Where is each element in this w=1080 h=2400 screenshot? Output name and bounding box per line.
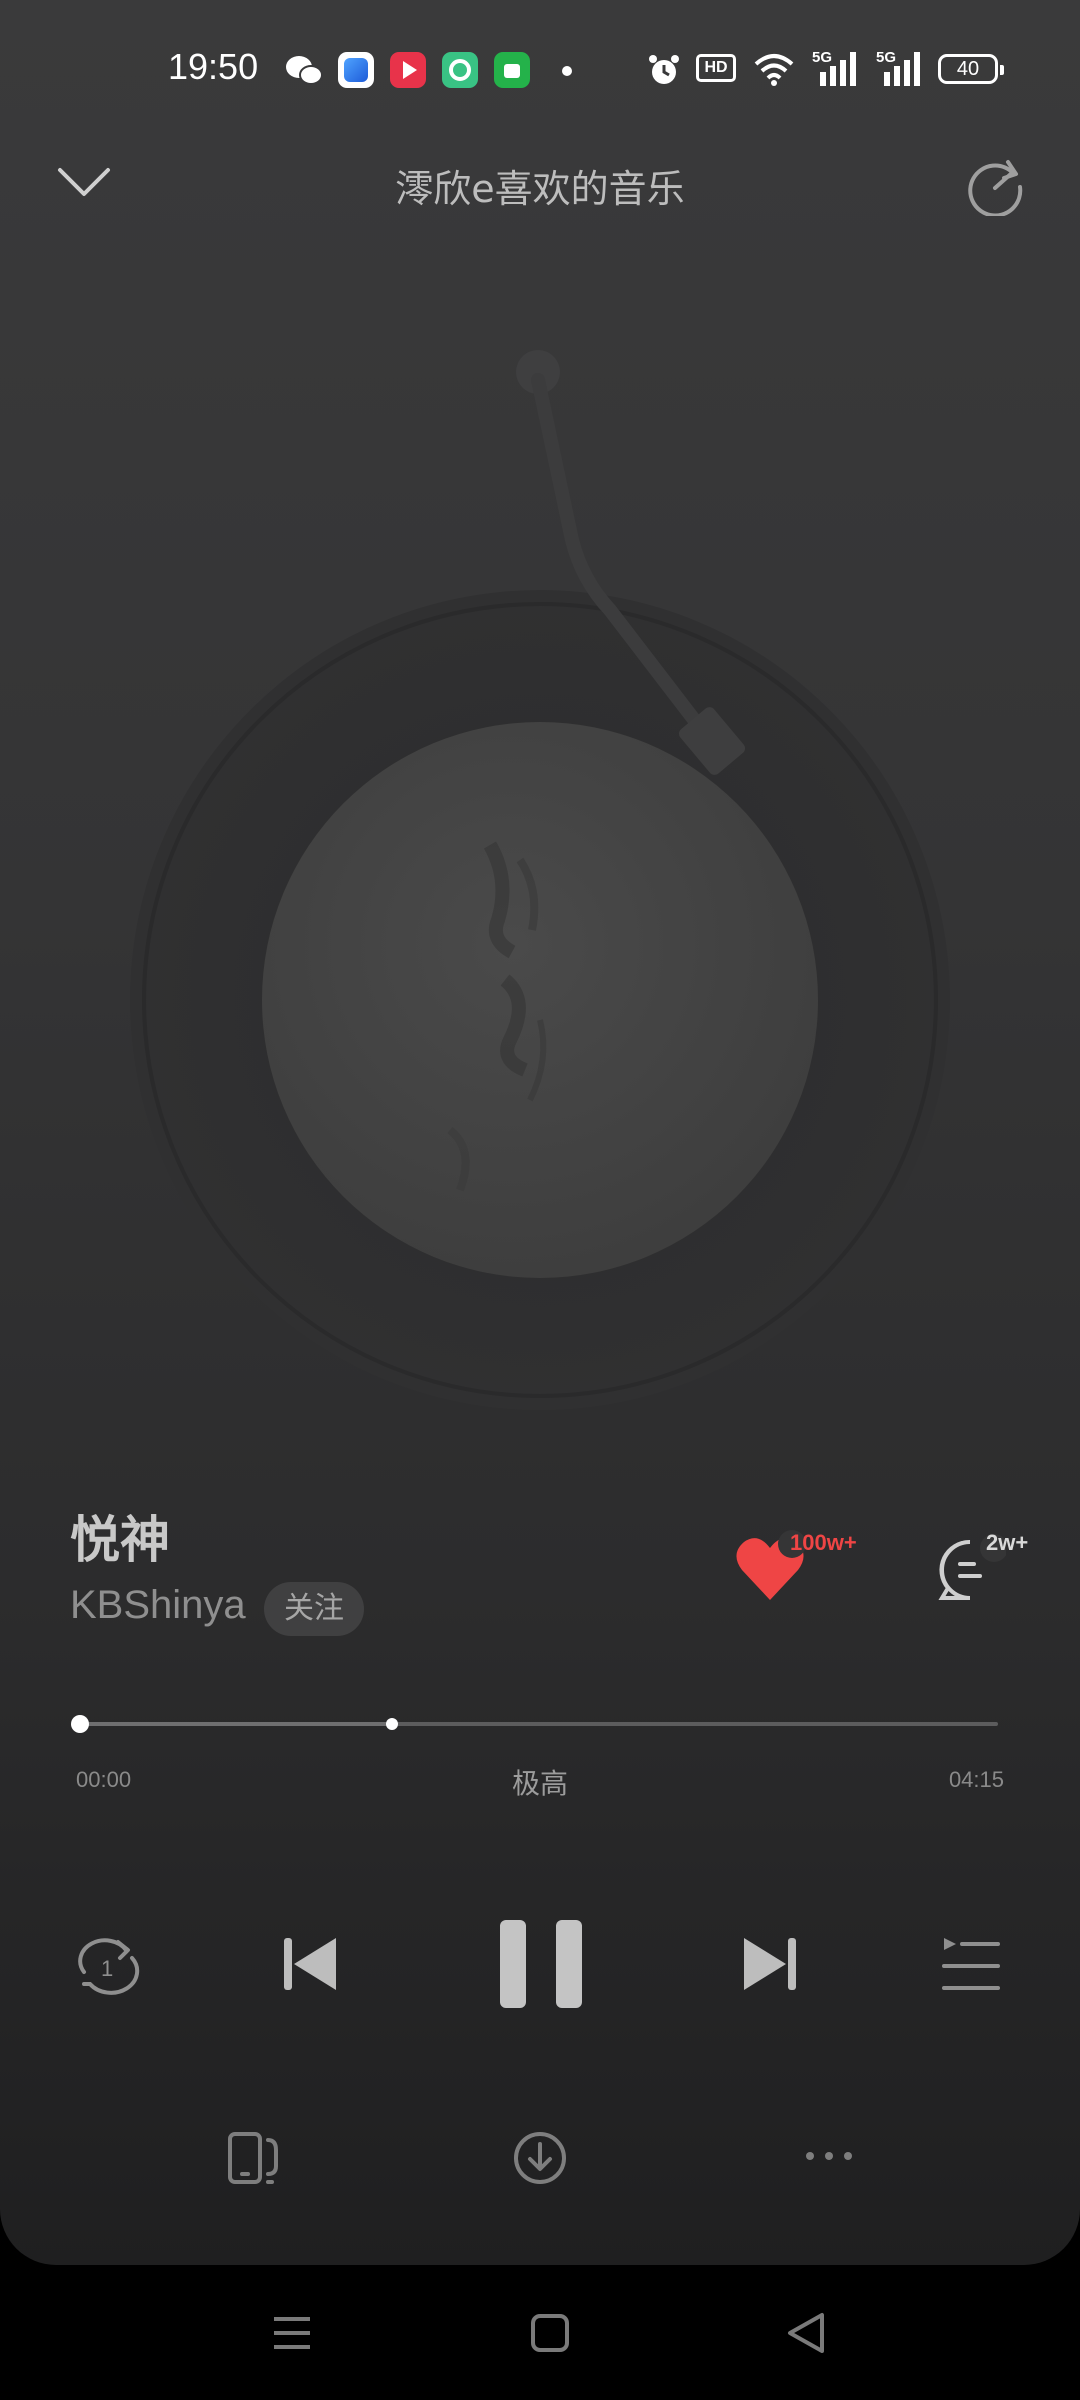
- player-panel: 19:50 HD 5G 5G 40 澪欣e喜欢的音乐 悦神 KBShinya 关…: [0, 0, 1080, 2265]
- download-icon[interactable]: [512, 2130, 568, 2186]
- song-title: 悦神: [70, 1511, 170, 1569]
- svg-text:5G: 5G: [812, 49, 832, 66]
- playlist-icon[interactable]: [940, 1934, 1000, 1994]
- app-green-icon: [442, 52, 478, 88]
- wifi-icon: [754, 54, 794, 86]
- device-icon[interactable]: [226, 2130, 282, 2186]
- repeat-one-icon[interactable]: 1: [74, 1932, 142, 1996]
- app-blue-icon: [338, 52, 374, 88]
- menu-icon[interactable]: [272, 2313, 312, 2353]
- progress-thumb[interactable]: [71, 1715, 89, 1733]
- status-time: 19:50: [168, 46, 259, 87]
- previous-icon[interactable]: [280, 1934, 340, 1994]
- artist-name[interactable]: KBShinya: [70, 1583, 246, 1628]
- home-icon[interactable]: [530, 2313, 570, 2353]
- pause-icon[interactable]: [498, 1918, 584, 2010]
- svg-text:1: 1: [101, 1956, 113, 1981]
- comment-count: 2w+: [986, 1530, 1029, 1555]
- buffer-marker: [386, 1718, 399, 1730]
- follow-button[interactable]: 关注: [264, 1582, 364, 1636]
- more-icon[interactable]: [804, 2146, 854, 2166]
- wechat-icon: [286, 56, 323, 85]
- signal-5g-icon: 5G: [812, 49, 856, 86]
- tonearm: [516, 350, 746, 775]
- album-cover: [262, 722, 818, 1278]
- battery-indicator: 40: [938, 54, 1004, 84]
- back-icon[interactable]: [786, 2311, 826, 2355]
- dot-icon: [562, 66, 572, 76]
- system-nav-bar: [0, 2265, 1080, 2400]
- total-time: 04:15: [948, 1767, 1004, 1792]
- alarm-icon: [649, 55, 679, 84]
- svg-text:5G: 5G: [876, 49, 896, 66]
- hd-icon: HD: [696, 54, 736, 82]
- share-icon[interactable]: [964, 154, 1026, 216]
- next-icon[interactable]: [740, 1934, 800, 1994]
- playlist-title: 澪欣e喜欢的音乐: [395, 167, 685, 211]
- progress-track[interactable]: [80, 1722, 998, 1726]
- status-bar: 19:50 HD 5G 5G 40: [0, 40, 1080, 100]
- buffer-fill: [80, 1722, 393, 1726]
- signal-5g-icon: 5G: [876, 49, 920, 86]
- video-red-icon: [390, 52, 426, 88]
- like-count: 100w+: [790, 1530, 857, 1555]
- quality-label[interactable]: 极高: [0, 1762, 1080, 1802]
- app-store-icon: [494, 52, 530, 88]
